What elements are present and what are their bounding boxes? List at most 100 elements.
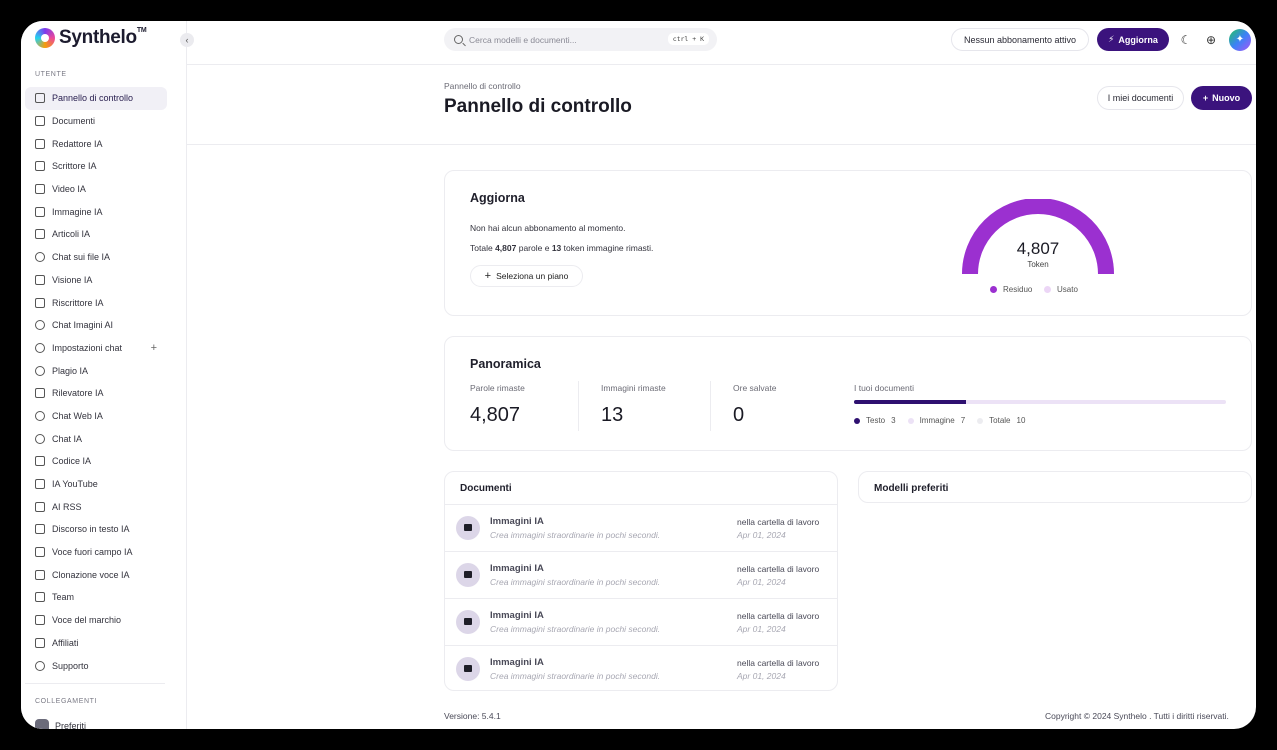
sidebar-link-preferiti[interactable]: Preferiti: [35, 719, 86, 729]
chat-icon: [35, 433, 45, 444]
table-row[interactable]: Immagini IA Crea immagini straordinarie i…: [445, 504, 838, 551]
sidebar-item-plagio-ia[interactable]: Plagio IA: [25, 359, 167, 382]
documents-title: Documenti: [460, 483, 512, 494]
sidebar-item-label: Riscrittore IA: [52, 297, 104, 308]
sidebar-item-pannello-di-controllo[interactable]: Pannello di controllo: [25, 87, 167, 110]
page-header: Pannello di controllo Pannello di contro…: [187, 65, 1256, 145]
my-documents-button[interactable]: I miei documenti: [1097, 86, 1184, 110]
plus-icon[interactable]: +: [151, 342, 157, 354]
image-icon: [35, 206, 45, 217]
table-row[interactable]: Immagini IA Crea immagini straordinarie i…: [445, 645, 838, 692]
words-remaining-label: Parole rimaste: [470, 383, 525, 393]
sidebar-item-label: Documenti: [52, 116, 96, 127]
select-plan-button[interactable]: + Seleziona un piano: [470, 265, 583, 287]
legend-count: 3: [891, 416, 896, 425]
sidebar-item-chat-web-ia[interactable]: Chat Web IA: [25, 405, 167, 428]
sidebar-item-riscrittore-ia[interactable]: Riscrittore IA: [25, 291, 167, 314]
legend-remaining: Residuo: [990, 285, 1032, 294]
search-input[interactable]: [469, 34, 659, 45]
legend-count: 7: [960, 416, 966, 425]
image-icon: [456, 563, 480, 587]
sidebar-item-redattore-ia[interactable]: Redattore IA: [25, 132, 167, 155]
document-date: Apr 01, 2024: [737, 577, 786, 587]
sidebar-item-ai-rss[interactable]: AI RSS: [25, 495, 167, 518]
sidebar-item-rilevatore-ia[interactable]: Rilevatore IA: [25, 382, 167, 405]
breadcrumb[interactable]: Pannello di controllo: [444, 81, 521, 91]
app-window: SyntheloTM UTENTE Pannello di controllo D…: [21, 21, 1256, 729]
sidebar-item-label: Redattore IA: [52, 138, 103, 149]
legend-count: 10: [1016, 416, 1026, 425]
search-icon: [454, 35, 463, 44]
image-icon: [456, 657, 480, 681]
youtube-icon: [35, 479, 45, 490]
sidebar-item-voce-fuori-campo-ia[interactable]: Voce fuori campo IA: [25, 541, 167, 564]
sidebar-item-articoli-ia[interactable]: Articoli IA: [25, 223, 167, 246]
legend-label: Immagine: [919, 416, 955, 425]
remaining-words: 4,807: [495, 243, 517, 253]
sidebar-item-immagine-ia[interactable]: Immagine IA: [25, 200, 167, 223]
gauge-unit: Token: [1027, 260, 1049, 269]
detector-icon: [35, 388, 45, 399]
user-avatar[interactable]: ✦: [1229, 29, 1251, 51]
legend-used-dot: [1044, 286, 1051, 293]
document-name: Immagini IA: [490, 610, 544, 621]
sidebar-item-label: Plagio IA: [52, 365, 89, 376]
globe-icon: [35, 410, 45, 421]
subscription-status-button[interactable]: Nessun abbonamento attivo: [951, 28, 1089, 51]
sidebar-item-chat-ia[interactable]: Chat IA: [25, 427, 167, 450]
legend-remaining-label: Residuo: [1003, 285, 1033, 294]
new-label: Nuovo: [1212, 93, 1241, 103]
legend-dot: [977, 417, 984, 424]
documents-progress-bar: [854, 400, 1226, 404]
image-chat-icon: [35, 320, 45, 331]
documents-card: Documenti Immagini IA Crea immagini strao…: [444, 471, 838, 691]
support-icon: [35, 660, 45, 671]
sidebar-item-visione-ia[interactable]: Visione IA: [25, 269, 167, 292]
sidebar-item-discorso-in-testo-ia[interactable]: Discorso in testo IA: [25, 518, 167, 541]
legend-remaining-dot: [990, 286, 997, 293]
collapse-sidebar-button[interactable]: ‹: [180, 33, 194, 47]
sidebar-item-impostazioni-chat[interactable]: Impostazioni chat +: [25, 337, 167, 360]
sidebar-item-clonazione-voce-ia[interactable]: Clonazione voce IA: [25, 563, 167, 586]
document-name: Immagini IA: [490, 657, 544, 668]
sidebar-item-chat-imagini-ai[interactable]: Chat Imagini AI: [25, 314, 167, 337]
sidebar-item-ia-youtube[interactable]: IA YouTube: [25, 473, 167, 496]
section-label-user: UTENTE: [35, 71, 67, 78]
gauge-value: 4,807: [1016, 239, 1060, 258]
sidebar-item-label: Voce fuori campo IA: [52, 547, 133, 558]
document-name: Immagini IA: [490, 563, 544, 574]
sidebar-item-voce-del-marchio[interactable]: Voce del marchio: [25, 609, 167, 632]
document-location: nella cartella di lavoro: [737, 564, 820, 574]
sidebar-item-affiliati[interactable]: Affiliati: [25, 632, 167, 655]
logo[interactable]: SyntheloTM: [35, 27, 147, 49]
remaining-image-tokens: 13: [551, 243, 562, 253]
table-row[interactable]: Immagini IA Crea immagini straordinarie i…: [445, 551, 838, 598]
sidebar-item-supporto[interactable]: Supporto: [25, 654, 167, 677]
video-icon: [35, 184, 45, 195]
sidebar-item-team[interactable]: Team: [25, 586, 167, 609]
document-description: Crea immagini straordinarie in pochi sec…: [490, 624, 661, 634]
language-globe-icon[interactable]: ⊕: [1204, 33, 1218, 47]
sidebar-item-label: Articoli IA: [52, 229, 91, 240]
select-plan-label: Seleziona un piano: [496, 271, 569, 281]
document-name: Immagini IA: [490, 516, 544, 527]
sidebar-item-chat-sui-file-ia[interactable]: Chat sui file IA: [25, 246, 167, 269]
sidebar-item-label: Chat Web IA: [52, 410, 103, 421]
search-bar[interactable]: ctrl + K: [444, 28, 717, 51]
favorite-templates-card: Modelli preferiti: [858, 471, 1252, 503]
sidebar-item-codice-ia[interactable]: Codice IA: [25, 450, 167, 473]
sidebar-item-video-ia[interactable]: Video IA: [25, 178, 167, 201]
plus-icon: +: [484, 270, 492, 282]
favorites-icon: [35, 719, 49, 729]
upgrade-button[interactable]: ⚡ Aggiorna: [1097, 28, 1169, 51]
dark-mode-moon-icon[interactable]: ☾: [1179, 33, 1193, 47]
sidebar-item-scrittore-ia[interactable]: Scrittore IA: [25, 155, 167, 178]
table-row[interactable]: Immagini IA Crea immagini straordinarie i…: [445, 598, 838, 645]
sidebar-item-label: Chat Imagini AI: [52, 320, 114, 331]
new-button[interactable]: + Nuovo: [1191, 86, 1252, 110]
sidebar-item-label: Team: [52, 592, 75, 603]
document-description: Crea immagini straordinarie in pochi sec…: [490, 530, 661, 540]
wrench-icon: [35, 569, 45, 580]
sidebar-item-documenti[interactable]: Documenti: [25, 110, 167, 133]
stat-divider: [710, 381, 711, 431]
